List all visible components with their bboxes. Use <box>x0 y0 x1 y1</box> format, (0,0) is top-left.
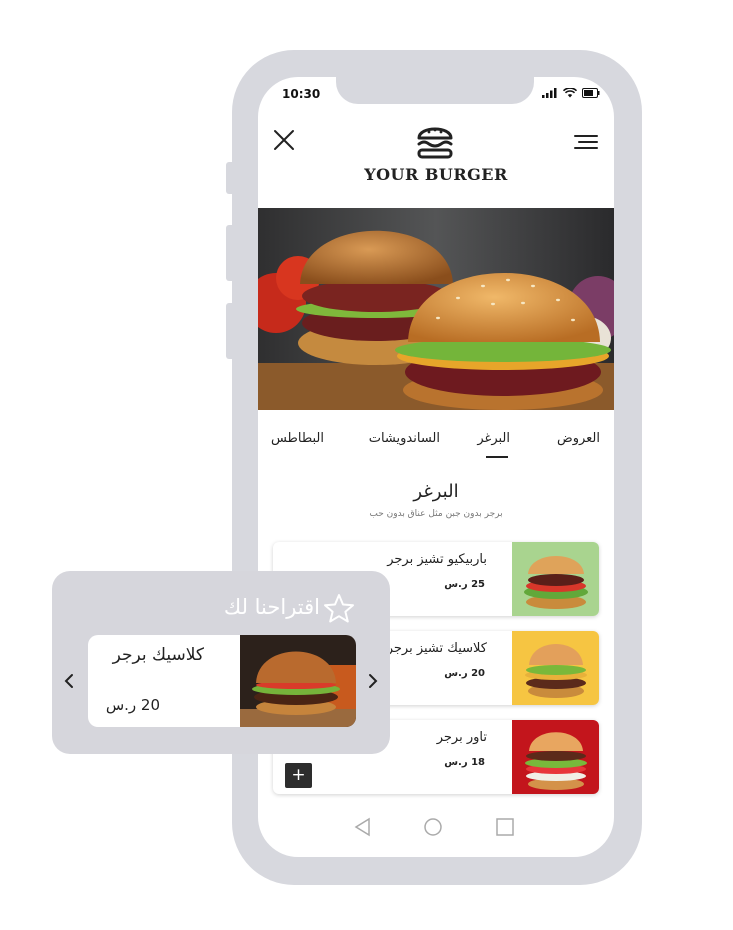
signal-icon <box>542 88 557 98</box>
back-nav-icon <box>354 817 370 837</box>
menu-item-image <box>512 720 599 794</box>
tab-offers[interactable]: العروض <box>557 431 600 446</box>
suggestion-title: اقتراحنا لك <box>223 595 320 619</box>
battery-icon <box>582 88 600 98</box>
status-icons <box>542 88 600 98</box>
brand-name: YOUR BURGER <box>364 165 508 184</box>
menu-item-image <box>512 631 599 705</box>
tab-burger[interactable]: البرغر <box>477 431 510 446</box>
menu-item-name: باربيكيو تشيز برجر <box>387 552 487 567</box>
section-subtitle: برجر بدون جبن مثل عناق بدون حب <box>369 509 503 519</box>
star-icon[interactable] <box>322 592 356 626</box>
chevron-left-icon[interactable] <box>62 671 76 691</box>
hero-burger-image <box>258 208 614 410</box>
suggestion-card[interactable]: كلاسيك برجر 20 ر.س <box>88 635 356 727</box>
menu-item-name: تاور برجر <box>436 730 487 745</box>
hamburger-menu-icon[interactable] <box>574 134 598 150</box>
category-tabs: العروض البرغر الساندويشات البطاطس <box>258 431 614 465</box>
chevron-right-icon[interactable] <box>366 671 380 691</box>
status-time: 10:30 <box>282 87 321 101</box>
menu-item-price: 25 ر.س <box>444 579 485 590</box>
suggestion-item-name: كلاسيك برجر <box>112 645 204 665</box>
menu-item-image <box>512 542 599 616</box>
add-to-cart-button[interactable]: + <box>285 763 312 788</box>
wifi-icon <box>563 88 577 98</box>
phone-notch <box>336 77 534 104</box>
recents-nav-icon <box>496 818 514 836</box>
menu-item-price: 18 ر.س <box>444 757 485 768</box>
tab-sandwiches[interactable]: الساندويشات <box>369 431 440 446</box>
menu-item-price: 20 ر.س <box>444 668 485 679</box>
tab-fries[interactable]: البطاطس <box>271 431 324 446</box>
section-title: البرغر <box>413 481 459 502</box>
android-navigation-bar <box>354 817 514 837</box>
home-nav-icon <box>424 818 442 836</box>
suggestion-item-image <box>240 635 356 727</box>
suggestion-item-price: 20 ر.س <box>105 696 160 714</box>
menu-item-name: كلاسيك تشيز برجر <box>386 641 487 656</box>
suggestion-panel: اقتراحنا لك كلاسيك برجر 20 ر.س <box>52 571 390 754</box>
close-icon[interactable] <box>272 128 296 152</box>
burger-logo-icon <box>417 127 453 159</box>
tab-active-indicator <box>486 456 508 458</box>
